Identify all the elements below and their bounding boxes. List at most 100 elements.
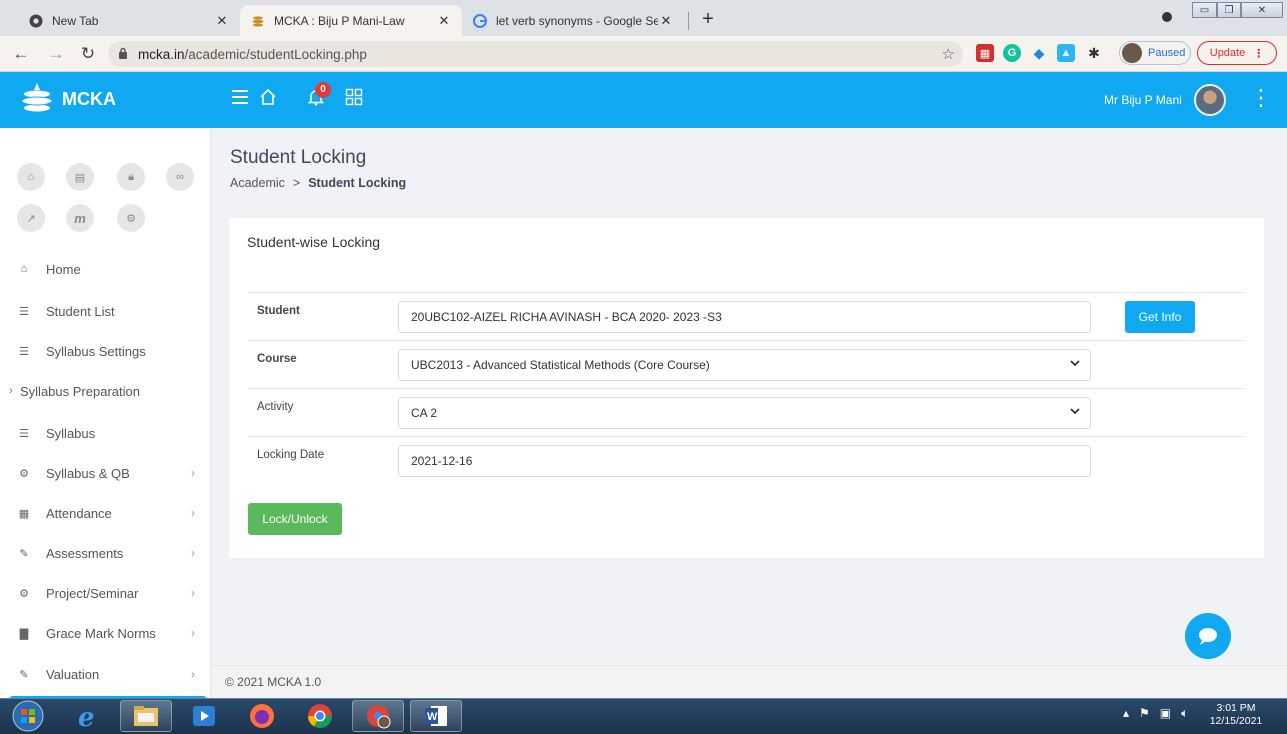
sidebar-item-label: Student List bbox=[46, 303, 115, 319]
sidebar-item-syllabus-qb[interactable]: ⚙ Syllabus & QB › bbox=[0, 453, 210, 493]
puzzle-icon[interactable]: ✱ bbox=[1085, 44, 1103, 62]
chat-button[interactable] bbox=[1185, 613, 1231, 659]
activity-select-value: CA 2 bbox=[411, 406, 438, 420]
sidebar-item-label: Assessments bbox=[46, 545, 124, 561]
close-icon[interactable]: ✕ bbox=[214, 13, 230, 29]
sidebar-item-project-seminar[interactable]: ⚙ Project/Seminar › bbox=[0, 573, 210, 613]
get-info-button[interactable]: Get Info bbox=[1125, 301, 1195, 333]
apps-grid-icon[interactable] bbox=[343, 88, 365, 110]
footer-text: © 2021 MCKA 1.0 bbox=[225, 675, 322, 689]
activity-label: Activity bbox=[257, 401, 294, 413]
tab-google-search[interactable]: let verb synonyms - Google Sear ✕ bbox=[462, 5, 684, 36]
word-icon[interactable]: W bbox=[410, 700, 462, 732]
menu-toggle-icon[interactable] bbox=[229, 88, 251, 110]
course-select[interactable]: UBC2013 - Advanced Statistical Methods (… bbox=[398, 349, 1091, 381]
breadcrumb-current: Student Locking bbox=[308, 176, 407, 190]
tab-label: MCKA : Biju P Mani-Law bbox=[274, 13, 405, 28]
home-icon: ⌂ bbox=[20, 263, 28, 275]
list-icon: ☰ bbox=[19, 305, 29, 318]
lock-unlock-label: Lock/Unlock bbox=[262, 512, 328, 526]
home-icon[interactable] bbox=[257, 88, 279, 110]
sidebar-item-syllabus-settings[interactable]: ☰ Syllabus Settings bbox=[0, 331, 210, 371]
student-row: Student 20UBC102-AIZEL RICHA AVINASH - B… bbox=[248, 292, 1244, 340]
update-label: Update bbox=[1209, 47, 1246, 59]
handshake-icon[interactable]: ∞ bbox=[166, 163, 194, 191]
profile-avatar bbox=[1122, 43, 1142, 63]
volume-muted-icon[interactable]: 🔈︎ bbox=[1181, 706, 1188, 721]
course-row: Course UBC2013 - Advanced Statistical Me… bbox=[248, 340, 1244, 388]
minimize-button[interactable]: ▭ bbox=[1192, 2, 1217, 18]
locking-date-row: Locking Date 2021-12-16 bbox=[248, 436, 1244, 484]
windows-start-icon[interactable] bbox=[4, 700, 52, 732]
grammarly-icon[interactable]: G bbox=[1003, 44, 1021, 62]
close-icon[interactable]: ✕ bbox=[658, 13, 674, 29]
flag-icon[interactable]: ⚑ bbox=[1139, 706, 1150, 721]
close-icon[interactable]: ✕ bbox=[436, 13, 452, 29]
student-label: Student bbox=[257, 305, 300, 317]
update-button[interactable]: Update ⋮ bbox=[1197, 41, 1277, 65]
media-player-icon[interactable] bbox=[178, 700, 230, 732]
sidebar-item-syllabus-preparation[interactable]: › Syllabus Preparation bbox=[0, 371, 210, 411]
id-card-icon[interactable]: ▤ bbox=[66, 163, 94, 191]
sidebar-item-label: Project/Seminar bbox=[46, 585, 139, 601]
sidebar-item-assessments[interactable]: ✎ Assessments › bbox=[0, 533, 210, 573]
lock-unlock-button[interactable]: Lock/Unlock bbox=[248, 503, 342, 535]
cogs-icon: ⚙ bbox=[19, 587, 29, 600]
graduation-cap-icon[interactable]: ◆ bbox=[1030, 44, 1048, 62]
moodle-icon[interactable]: m bbox=[66, 204, 94, 232]
back-button[interactable]: ← bbox=[10, 43, 32, 65]
chevron-right-icon: › bbox=[191, 466, 195, 480]
bookmark-star-icon[interactable]: ☆ bbox=[942, 45, 955, 63]
tab-mcka[interactable]: MCKA : Biju P Mani-Law ✕ bbox=[240, 5, 462, 36]
reload-button[interactable]: ↻ bbox=[77, 43, 99, 65]
cogs-icon: ⚙ bbox=[19, 467, 29, 480]
breadcrumb-parent[interactable]: Academic bbox=[230, 176, 285, 190]
chrome-profile-icon[interactable] bbox=[352, 700, 404, 732]
internet-explorer-icon[interactable]: e bbox=[62, 700, 114, 732]
locking-date-input[interactable]: 2021-12-16 bbox=[398, 445, 1091, 477]
user-name[interactable]: Mr Biju P Mani bbox=[1104, 93, 1182, 107]
book-icon: ▇ bbox=[19, 627, 29, 640]
chrome-icon bbox=[28, 13, 44, 29]
sidebar-item-grace-mark-norms[interactable]: ▇ Grace Mark Norms › bbox=[0, 613, 210, 653]
sidebar-item-syllabus[interactable]: ☰ Syllabus bbox=[0, 413, 210, 453]
address-bar[interactable]: mcka.in/academic/studentLocking.php ☆ bbox=[108, 41, 963, 67]
firefox-icon[interactable] bbox=[236, 700, 288, 732]
external-link-icon[interactable]: ↗ bbox=[17, 204, 45, 232]
tray-expand-icon[interactable]: ▴ bbox=[1123, 706, 1129, 721]
sidebar-item-home[interactable]: ⌂ Home bbox=[0, 249, 210, 289]
sidebar-item-label: Attendance bbox=[46, 505, 112, 521]
lock-icon bbox=[118, 47, 132, 62]
student-input-value: 20UBC102-AIZEL RICHA AVINASH - BCA 2020-… bbox=[411, 310, 722, 324]
sidebar-item-valuation[interactable]: ✎ Valuation › bbox=[0, 654, 210, 694]
extension-blue-icon[interactable]: ▲ bbox=[1057, 44, 1075, 62]
gear-icon[interactable]: ⚙ bbox=[117, 204, 145, 232]
home-icon[interactable]: ⌂ bbox=[17, 163, 45, 191]
course-label: Course bbox=[257, 353, 297, 365]
more-vert-icon: ⋮ bbox=[1253, 47, 1265, 60]
restore-button[interactable]: ❐ bbox=[1217, 2, 1241, 18]
sidebar-item-student-list[interactable]: ☰ Student List bbox=[0, 291, 210, 331]
tab-new-tab[interactable]: New Tab ✕ bbox=[18, 5, 240, 36]
taskbar-clock[interactable]: 3:01 PM 12/15/2021 bbox=[1206, 702, 1266, 728]
close-window-button[interactable]: ✕ bbox=[1241, 2, 1283, 18]
more-vert-icon[interactable]: ⋮ bbox=[1250, 86, 1272, 110]
svg-text:e: e bbox=[78, 703, 95, 730]
calendar-icon: ▦ bbox=[18, 507, 30, 520]
chrome-icon[interactable] bbox=[294, 700, 346, 732]
file-explorer-icon[interactable] bbox=[120, 700, 172, 732]
sidebar-item-attendance[interactable]: ▦ Attendance › bbox=[0, 493, 210, 533]
network-icon[interactable]: ▣ bbox=[1160, 706, 1171, 721]
activity-select[interactable]: CA 2 bbox=[398, 397, 1091, 429]
profile-paused-button[interactable]: Paused bbox=[1119, 41, 1191, 65]
student-input[interactable]: 20UBC102-AIZEL RICHA AVINASH - BCA 2020-… bbox=[398, 301, 1091, 333]
sidebar: ⌂ ▤ 🔒︎ ∞ ↗ m ⚙ ⌂ Home ☰ Student List ☰ S… bbox=[0, 128, 211, 698]
extension-red-icon[interactable]: ▦ bbox=[976, 44, 994, 62]
paused-label: Paused bbox=[1148, 47, 1186, 59]
tab-divider bbox=[688, 12, 689, 30]
new-tab-button[interactable]: + bbox=[698, 9, 718, 29]
forward-button[interactable]: → bbox=[45, 43, 67, 65]
activity-row: Activity CA 2 bbox=[248, 388, 1244, 436]
user-avatar[interactable] bbox=[1194, 84, 1226, 116]
lock-icon[interactable]: 🔒︎ bbox=[117, 163, 145, 191]
